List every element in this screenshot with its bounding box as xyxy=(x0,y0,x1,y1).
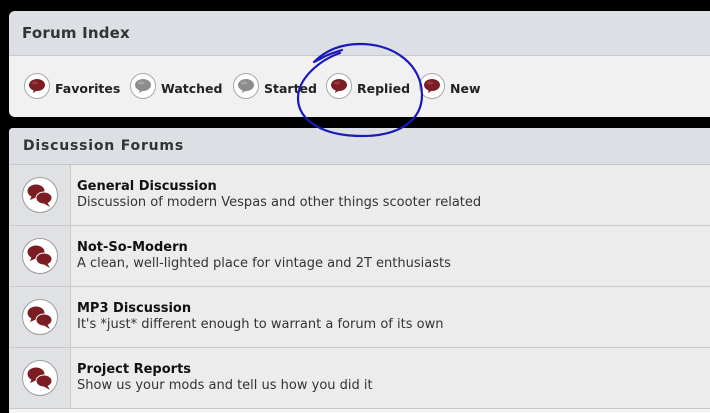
forum-row[interactable]: Project Reports Show us your mods and te… xyxy=(9,348,710,409)
forum-description: It's *just* different enough to warrant … xyxy=(77,317,444,332)
forum-row[interactable]: Not-So-Modern A clean, well-lighted plac… xyxy=(9,226,710,287)
filter-row: Favorites Watched Started Replied New xyxy=(9,71,710,101)
forum-index-panel: Forum Index Favorites Watched Started Re… xyxy=(9,11,710,117)
discussion-forums-header: Discussion Forums xyxy=(9,128,710,165)
filter-label-started: Started xyxy=(264,80,317,96)
forum-name-link[interactable]: Not-So-Modern xyxy=(77,240,710,256)
forum-speech-bubbles-icon xyxy=(21,360,58,396)
red-speech-bubble-icon xyxy=(24,73,50,99)
forum-icon-cell xyxy=(9,165,71,225)
forum-name-link[interactable]: Project Reports xyxy=(77,362,710,378)
forum-description: Discussion of modern Vespas and other th… xyxy=(77,195,482,210)
forum-description: Show us your mods and tell us how you di… xyxy=(77,378,373,393)
forum-name-link[interactable]: MP3 Discussion xyxy=(77,301,710,317)
discussion-forums-title: Discussion Forums xyxy=(23,138,184,154)
page: Forum Index Favorites Watched Started Re… xyxy=(0,0,710,413)
filter-favorites[interactable]: Favorites xyxy=(24,71,120,101)
forum-name-link[interactable]: General Discussion xyxy=(77,179,710,195)
forum-icon-cell xyxy=(9,226,71,286)
forum-index-header: Forum Index xyxy=(9,11,710,56)
forum-icon-cell xyxy=(9,348,71,408)
filter-started[interactable]: Started xyxy=(233,71,317,101)
red-speech-bubble-icon xyxy=(326,73,352,99)
forum-index-title: Forum Index xyxy=(22,24,130,42)
forum-row[interactable]: MP3 Discussion It's *just* different eno… xyxy=(9,287,710,348)
filter-label-watched: Watched xyxy=(161,80,223,96)
discussion-forums-panel: Discussion Forums General Discussion Dis… xyxy=(9,128,710,413)
forum-row[interactable]: General Discussion Discussion of modern … xyxy=(9,165,710,226)
forum-icon-cell xyxy=(9,287,71,347)
forum-description: A clean, well-lighted place for vintage … xyxy=(77,256,451,271)
forum-text: Project Reports Show us your mods and te… xyxy=(71,348,710,408)
forum-text: General Discussion Discussion of modern … xyxy=(71,165,710,225)
filter-replied[interactable]: Replied xyxy=(326,71,410,101)
filter-label-favorites: Favorites xyxy=(55,80,121,96)
filter-watched[interactable]: Watched xyxy=(130,71,223,101)
filter-new[interactable]: New xyxy=(419,71,481,101)
filter-label-replied: Replied xyxy=(357,80,411,96)
gray-speech-bubble-icon xyxy=(130,73,156,99)
filter-label-new: New xyxy=(450,80,481,96)
forum-speech-bubbles-icon xyxy=(21,177,58,213)
forum-speech-bubbles-icon xyxy=(21,238,58,274)
red-speech-bubble-icon xyxy=(419,73,445,99)
forum-text: Not-So-Modern A clean, well-lighted plac… xyxy=(71,226,710,286)
forum-speech-bubbles-icon xyxy=(21,299,58,335)
gray-speech-bubble-icon xyxy=(233,73,259,99)
forum-text: MP3 Discussion It's *just* different eno… xyxy=(71,287,710,347)
